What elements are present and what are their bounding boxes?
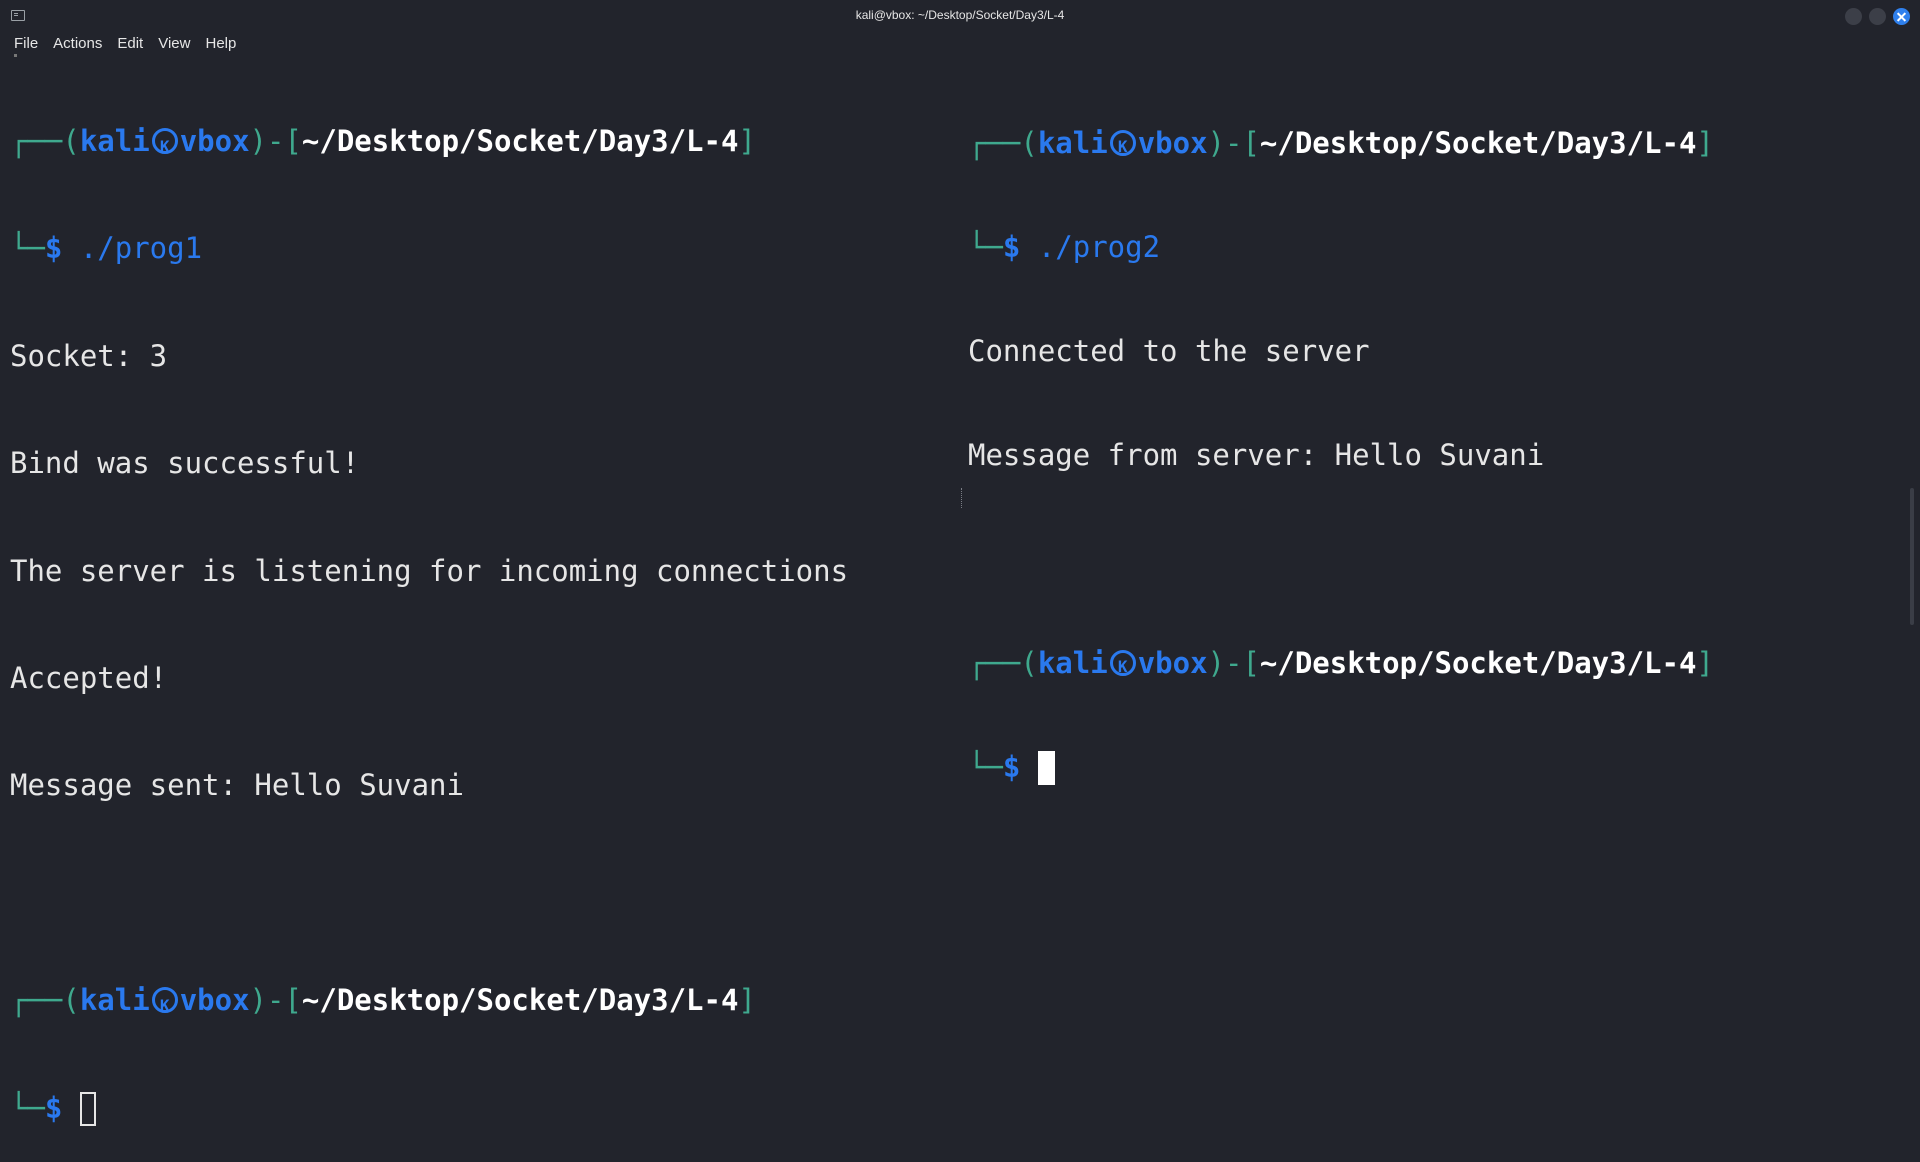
prompt-host: vbox: [1137, 126, 1208, 160]
command-line: └─$ ./prog2: [968, 230, 1161, 264]
command-text: ./prog2: [1037, 230, 1161, 264]
input-line[interactable]: └─$: [968, 749, 1908, 785]
pane-divider-handle[interactable]: [961, 488, 962, 508]
close-icon[interactable]: [1893, 8, 1910, 25]
output-line: Connected to the server: [968, 334, 1370, 368]
command-text: ./prog1: [79, 231, 203, 266]
kali-skull-icon: [1109, 649, 1136, 685]
prompt-user: kali: [1037, 646, 1108, 680]
minimize-icon[interactable]: [1845, 8, 1862, 25]
menu-actions[interactable]: Actions: [46, 32, 110, 54]
kali-skull-icon: [1109, 129, 1136, 165]
prompt-user: kali: [79, 124, 150, 158]
output-line: Message from server: Hello Suvani: [968, 438, 1545, 472]
prompt-path: ~/Desktop/Socket/Day3/L-4: [1259, 646, 1697, 680]
cursor: [1037, 751, 1055, 785]
menu-view[interactable]: View: [151, 32, 198, 54]
output-line: Accepted!: [10, 660, 168, 695]
menu-help[interactable]: Help: [198, 32, 244, 54]
prompt-line: ┌──(kalivbox)-[~/Desktop/Socket/Day3/L-4…: [10, 122, 950, 166]
scrollbar[interactable]: [1910, 488, 1914, 625]
maximize-icon[interactable]: [1869, 8, 1886, 25]
menu-bar: File Actions Edit View Help: [0, 32, 1920, 54]
output-line: Bind was successful!: [10, 446, 360, 481]
output-line: Message sent: Hello Suvani: [10, 768, 464, 803]
command-line: └─$ ./prog1: [10, 231, 203, 266]
output-line: Socket: 3: [10, 338, 168, 373]
prompt-path: ~/Desktop/Socket/Day3/L-4: [301, 983, 739, 1018]
terminal-pane-right[interactable]: ┌──(kalivbox)-[~/Desktop/Socket/Day3/L-4…: [968, 57, 1908, 819]
prompt-path: ~/Desktop/Socket/Day3/L-4: [301, 124, 739, 158]
prompt-line: ┌──(kalivbox)-[~/Desktop/Socket/Day3/L-4…: [968, 125, 1908, 165]
menu-file[interactable]: File: [0, 32, 46, 54]
output-line: The server is listening for incoming con…: [10, 553, 849, 588]
prompt-host: vbox: [1137, 646, 1208, 680]
input-line[interactable]: └─$: [10, 1089, 950, 1128]
prompt-host: vbox: [179, 124, 250, 158]
prompt-line: ┌──(kalivbox)-[~/Desktop/Socket/Day3/L-4…: [968, 645, 1908, 685]
kali-skull-icon: [151, 986, 178, 1026]
prompt-line: ┌──(kalivbox)-[~/Desktop/Socket/Day3/L-4…: [10, 981, 950, 1026]
prompt-path: ~/Desktop/Socket/Day3/L-4: [1259, 126, 1697, 160]
title-bar: kali@vbox: ~/Desktop/Socket/Day3/L-4: [0, 0, 1920, 32]
kali-skull-icon: [151, 127, 178, 166]
menu-edit[interactable]: Edit: [110, 32, 151, 54]
cursor: [79, 1091, 96, 1126]
prompt-user: kali: [79, 983, 150, 1018]
window-title: kali@vbox: ~/Desktop/Socket/Day3/L-4: [855, 8, 1065, 22]
terminal-pane-left[interactable]: ┌──(kalivbox)-[~/Desktop/Socket/Day3/L-4…: [10, 54, 950, 1162]
prompt-user: kali: [1037, 126, 1108, 160]
prompt-host: vbox: [179, 983, 250, 1018]
